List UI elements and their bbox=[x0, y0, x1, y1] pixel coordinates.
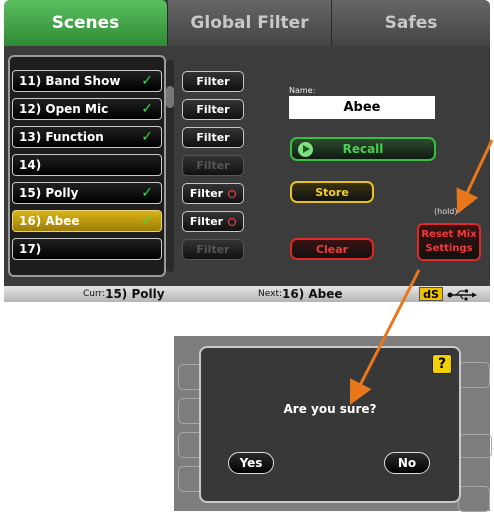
recall-label: Recall bbox=[342, 142, 384, 156]
curr-prefix: Curr: bbox=[83, 289, 106, 299]
help-button[interactable]: ? bbox=[432, 354, 452, 374]
scene-row[interactable]: 16) Abee ✓ bbox=[12, 210, 162, 232]
play-icon bbox=[298, 142, 313, 157]
next-value: 16) Abee bbox=[282, 287, 343, 301]
filter-button[interactable]: Filter bbox=[182, 71, 244, 92]
current-scene: Curr: 15) Polly bbox=[83, 286, 165, 302]
filter-button[interactable]: Filter bbox=[182, 183, 244, 204]
filter-label: Filter bbox=[189, 187, 224, 200]
reset-mix-settings-button[interactable]: Reset Mix Settings bbox=[417, 223, 481, 261]
scene-label: 12) Open Mic bbox=[19, 102, 109, 116]
ds-badge: dS bbox=[419, 287, 443, 301]
store-button[interactable]: Store bbox=[290, 181, 374, 203]
filter-label: Filter bbox=[196, 75, 230, 88]
reset-label-line1: Reset Mix bbox=[421, 229, 477, 240]
hold-hint: (hold) bbox=[434, 207, 458, 216]
scene-row[interactable]: 14) bbox=[12, 154, 162, 176]
scene-row[interactable]: 11) Band Show ✓ bbox=[12, 70, 162, 92]
filter-button[interactable]: Filter bbox=[182, 239, 244, 260]
tab-global-filter[interactable]: Global Filter bbox=[168, 0, 332, 46]
status-bar bbox=[4, 286, 490, 302]
next-scene: Next: 16) Abee bbox=[258, 286, 343, 302]
tab-scenes[interactable]: Scenes bbox=[4, 0, 168, 46]
scene-label: 17) bbox=[19, 242, 42, 256]
check-icon: ✓ bbox=[141, 73, 153, 89]
recall-button[interactable]: Recall bbox=[290, 137, 436, 161]
scene-label: 13) Function bbox=[19, 130, 104, 144]
check-icon: ✓ bbox=[141, 185, 153, 201]
filter-button[interactable]: Filter bbox=[182, 99, 244, 120]
clear-button[interactable]: Clear bbox=[290, 238, 374, 260]
filter-label: Filter bbox=[196, 103, 230, 116]
reset-label-line2: Settings bbox=[425, 243, 473, 254]
check-icon: ✓ bbox=[141, 101, 153, 117]
usb-icon bbox=[447, 289, 477, 301]
scene-row[interactable]: 17) bbox=[12, 238, 162, 260]
scene-row[interactable]: 13) Function ✓ bbox=[12, 126, 162, 148]
confirm-dialog bbox=[199, 346, 461, 503]
scene-label: 16) Abee bbox=[19, 214, 80, 228]
filter-label: Filter bbox=[189, 215, 224, 228]
filter-label: Filter bbox=[196, 159, 230, 172]
dialog-message: Are you sure? bbox=[283, 402, 377, 416]
scene-label: 15) Polly bbox=[19, 186, 79, 200]
scene-label: 11) Band Show bbox=[19, 74, 121, 88]
filter-button[interactable]: Filter bbox=[182, 211, 244, 232]
filter-button[interactable]: Filter bbox=[182, 127, 244, 148]
filter-label: Filter bbox=[196, 131, 230, 144]
filter-button[interactable]: Filter bbox=[182, 155, 244, 176]
filter-active-icon bbox=[228, 189, 237, 198]
scene-row[interactable]: 12) Open Mic ✓ bbox=[12, 98, 162, 120]
next-prefix: Next: bbox=[258, 289, 282, 299]
name-label: Name: bbox=[289, 86, 316, 95]
check-icon: ✓ bbox=[141, 129, 153, 145]
curr-value: 15) Polly bbox=[105, 287, 165, 301]
scene-label: 14) bbox=[19, 158, 42, 172]
yes-button[interactable]: Yes bbox=[228, 452, 274, 474]
filter-active-icon bbox=[228, 217, 237, 226]
tab-safes[interactable]: Safes bbox=[332, 0, 490, 46]
filter-label: Filter bbox=[196, 243, 230, 256]
no-button[interactable]: No bbox=[384, 452, 430, 474]
check-icon: ✓ bbox=[141, 213, 153, 229]
scene-name-field[interactable]: Abee bbox=[289, 96, 435, 119]
scrollbar-thumb[interactable] bbox=[166, 86, 174, 108]
scene-row[interactable]: 15) Polly ✓ bbox=[12, 182, 162, 204]
